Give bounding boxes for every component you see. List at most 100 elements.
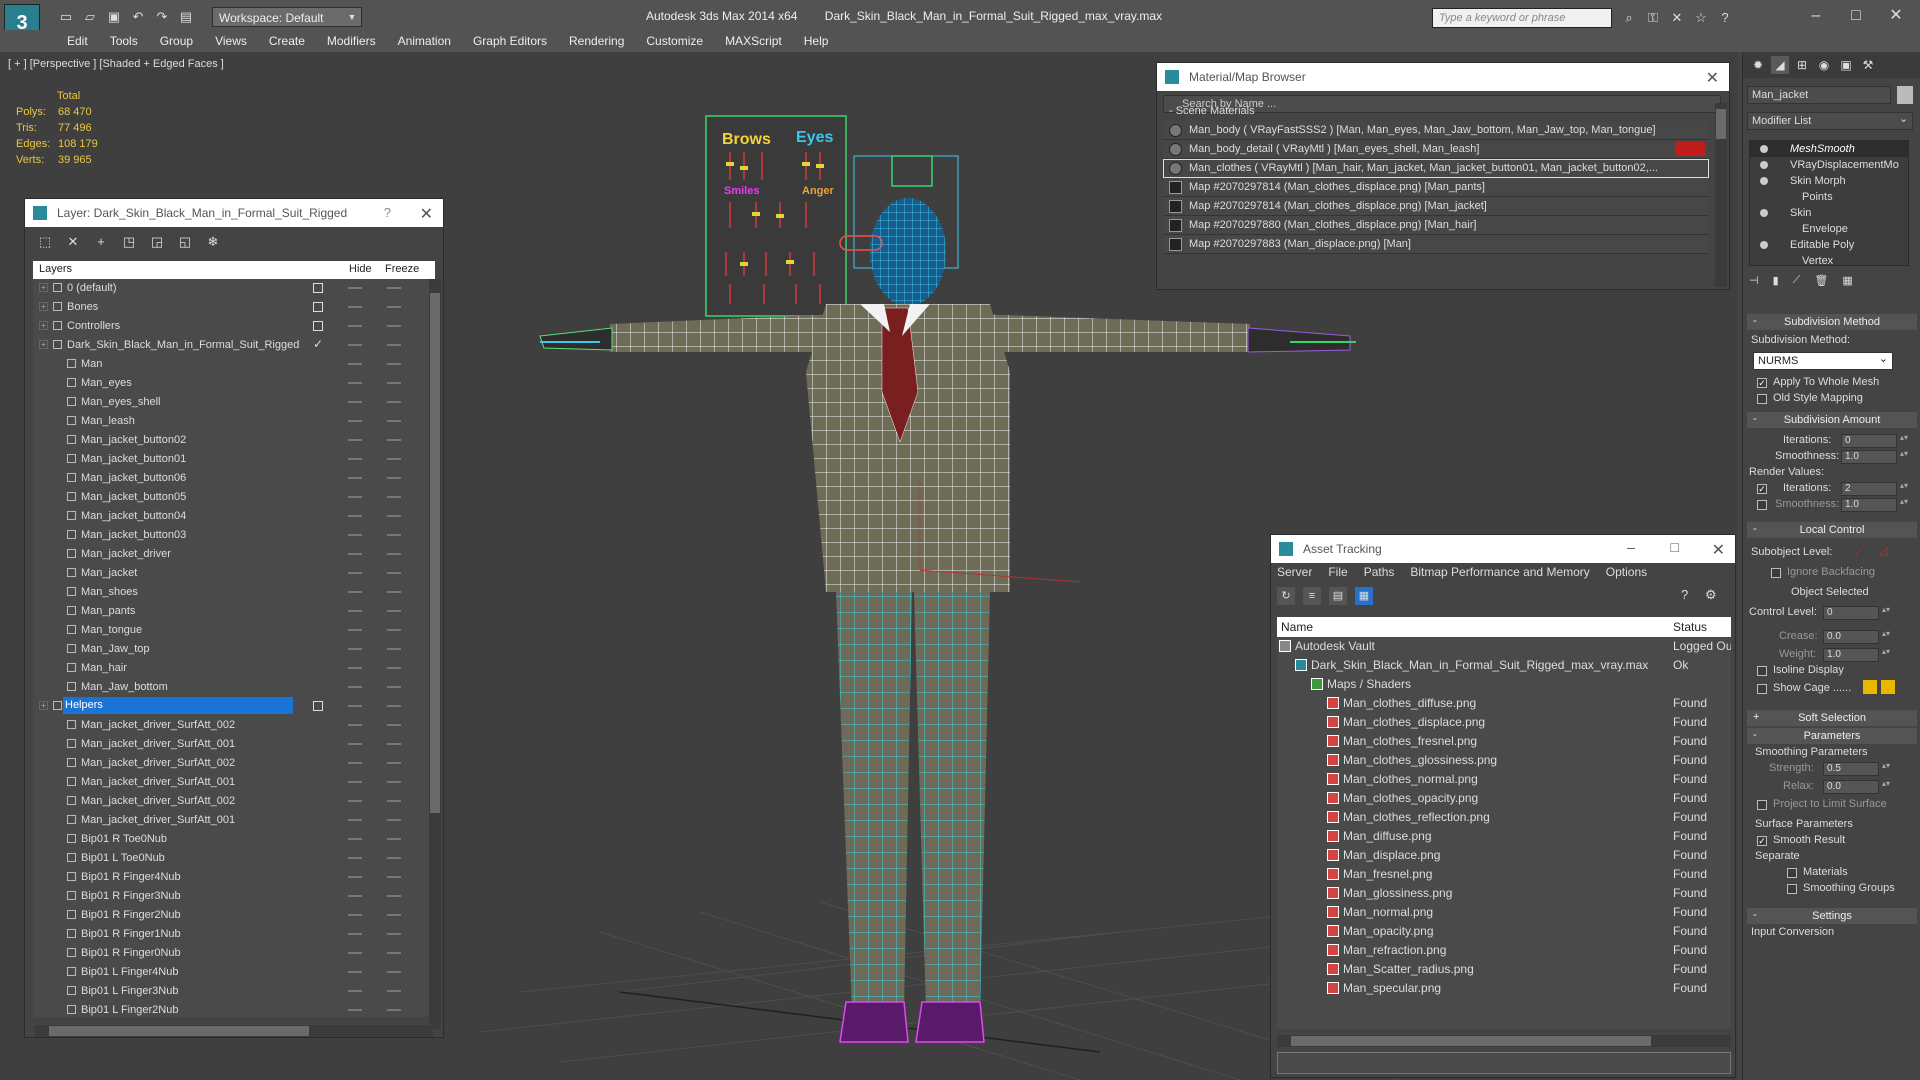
layer-list[interactable]: +0 (default) + Bones + Controllers + Dark_Skin… bbox=[33, 279, 435, 1017]
freeze-toggle[interactable] bbox=[387, 876, 401, 878]
create-layer-icon[interactable]: ⬚ bbox=[35, 232, 55, 252]
layer-row[interactable]: Bip01 L Toe0Nub bbox=[33, 849, 435, 868]
layer-row[interactable]: + Dark_Skin_Black_Man_in_Formal_Suit_Rigg… bbox=[33, 336, 435, 355]
freeze-toggle[interactable] bbox=[387, 762, 401, 764]
layer-row[interactable]: + Helpers bbox=[33, 697, 435, 716]
layer-row[interactable]: + Controllers bbox=[33, 317, 435, 336]
character-head[interactable] bbox=[839, 155, 959, 306]
show-end-result-icon[interactable]: ▮ bbox=[1773, 274, 1779, 287]
material-row[interactable]: Man_body_detail ( VRayMtl ) [Man_eyes_sh… bbox=[1163, 140, 1709, 159]
motion-tab-icon[interactable]: ◉ bbox=[1815, 56, 1833, 74]
freeze-all-icon[interactable]: ❄ bbox=[203, 232, 223, 252]
hide-toggle[interactable] bbox=[348, 515, 362, 517]
menu-maxscript[interactable]: MAXScript bbox=[714, 30, 793, 52]
add-to-layer-icon[interactable]: + bbox=[91, 232, 111, 252]
freeze-toggle[interactable] bbox=[387, 553, 401, 555]
hide-toggle[interactable] bbox=[348, 591, 362, 593]
layer-row[interactable]: Bip01 R Finger1Nub bbox=[33, 925, 435, 944]
create-tab-icon[interactable]: ✹ bbox=[1749, 56, 1767, 74]
subdiv-method-dropdown[interactable]: NURMS bbox=[1753, 352, 1893, 370]
hide-toggle[interactable] bbox=[348, 534, 362, 536]
freeze-toggle[interactable] bbox=[387, 667, 401, 669]
edge-level-icon[interactable]: ◿ bbox=[1879, 544, 1887, 557]
layer-vertical-scrollbar[interactable] bbox=[429, 279, 441, 1029]
layer-row[interactable]: Man_eyes_shell bbox=[33, 393, 435, 412]
object-name-field[interactable]: Man_jacket bbox=[1747, 86, 1891, 104]
hide-toggle[interactable] bbox=[348, 876, 362, 878]
hide-toggle[interactable] bbox=[348, 629, 362, 631]
weight-spinner[interactable]: 1.0 bbox=[1823, 647, 1890, 662]
freeze-toggle[interactable] bbox=[387, 534, 401, 536]
minimize-button[interactable]: – bbox=[1796, 4, 1836, 28]
menu-rendering[interactable]: Rendering bbox=[558, 30, 635, 52]
menu-customize[interactable]: Customize bbox=[635, 30, 714, 52]
table-view-icon[interactable]: ▦ bbox=[1355, 587, 1373, 605]
modifier-stack-item[interactable]: Vertex bbox=[1750, 253, 1908, 265]
hide-toggle[interactable] bbox=[348, 800, 362, 802]
ignore-backfacing-checkbox[interactable] bbox=[1771, 568, 1781, 578]
asset-row[interactable]: Man_clothes_opacity.png Found bbox=[1277, 789, 1731, 808]
asset-row[interactable]: Man_Scatter_radius.png Found bbox=[1277, 960, 1731, 979]
hide-toggle[interactable] bbox=[348, 439, 362, 441]
modifier-stack[interactable]: MeshSmooth VRayDisplacementMo Skin Morph Po… bbox=[1749, 140, 1909, 266]
layer-row[interactable]: Man_jacket_driver_SurfAtt_002 bbox=[33, 754, 435, 773]
layer-window-titlebar[interactable]: Layer: Dark_Skin_Black_Man_in_Formal_Sui… bbox=[25, 199, 443, 227]
utilities-tab-icon[interactable]: ⚒ bbox=[1859, 56, 1877, 74]
hide-toggle[interactable] bbox=[348, 344, 362, 346]
freeze-toggle[interactable] bbox=[387, 857, 401, 859]
modify-tab-icon[interactable]: ◢ bbox=[1771, 56, 1789, 74]
hide-toggle[interactable] bbox=[348, 990, 362, 992]
freeze-toggle[interactable] bbox=[387, 1009, 401, 1011]
render-smoothness-spinner[interactable]: 1.0 bbox=[1841, 497, 1908, 512]
freeze-toggle[interactable] bbox=[387, 990, 401, 992]
hide-toggle[interactable] bbox=[348, 914, 362, 916]
menu-group[interactable]: Group bbox=[149, 30, 204, 52]
modifier-list-dropdown[interactable]: Modifier List bbox=[1747, 112, 1913, 130]
select-objects-icon[interactable]: ◳ bbox=[119, 232, 139, 252]
layer-row[interactable]: Man_hair bbox=[33, 659, 435, 678]
smoothness-spinner[interactable]: 1.0 bbox=[1841, 449, 1908, 464]
detail-view-icon[interactable]: ▤ bbox=[1329, 587, 1347, 605]
freeze-toggle[interactable] bbox=[387, 648, 401, 650]
local-control-rollout[interactable]: - Local Control bbox=[1747, 522, 1917, 538]
hide-toggle[interactable] bbox=[348, 382, 362, 384]
perspective-viewport[interactable]: [ + ] [Perspective ] [Shaded + Edged Fac… bbox=[0, 52, 1738, 1080]
control-level-spinner[interactable]: 0 bbox=[1823, 605, 1890, 620]
layer-row[interactable]: Man_jacket_button04 bbox=[33, 507, 435, 526]
settings-rollout[interactable]: - Settings bbox=[1747, 908, 1917, 924]
freeze-toggle[interactable] bbox=[387, 458, 401, 460]
layer-row[interactable]: Man_jacket_driver_SurfAtt_001 bbox=[33, 811, 435, 830]
freeze-toggle[interactable] bbox=[387, 591, 401, 593]
layer-row[interactable]: Man_jacket_driver_SurfAtt_002 bbox=[33, 716, 435, 735]
freeze-toggle[interactable] bbox=[387, 287, 401, 289]
render-iterations-spinner[interactable]: 2 bbox=[1841, 481, 1908, 496]
freeze-toggle[interactable] bbox=[387, 401, 401, 403]
freeze-toggle[interactable] bbox=[387, 724, 401, 726]
cage-selection-color-swatch[interactable] bbox=[1881, 680, 1895, 694]
undo-icon[interactable]: ↶ bbox=[128, 8, 148, 26]
help-icon[interactable]: ? bbox=[1681, 587, 1688, 602]
remove-modifier-icon[interactable]: 🗑 bbox=[1814, 274, 1828, 287]
expand-toggle-icon[interactable]: + bbox=[39, 283, 48, 292]
menu-create[interactable]: Create bbox=[258, 30, 316, 52]
strength-spinner[interactable]: 0.5 bbox=[1823, 761, 1890, 776]
layer-row[interactable]: Bip01 R Finger0Nub bbox=[33, 944, 435, 963]
workspace-dropdown[interactable]: Workspace: Default bbox=[212, 7, 362, 27]
layer-row[interactable]: Man_jacket_button03 bbox=[33, 526, 435, 545]
key-icon[interactable]: ⚿ bbox=[1644, 9, 1662, 27]
expand-toggle-icon[interactable]: + bbox=[39, 340, 48, 349]
hide-toggle[interactable] bbox=[348, 553, 362, 555]
exchange-icon[interactable]: ✕ bbox=[1668, 9, 1686, 27]
layer-row[interactable]: Man bbox=[33, 355, 435, 374]
apply-whole-mesh-checkbox[interactable]: ✓ bbox=[1757, 378, 1767, 388]
pin-stack-icon[interactable]: ⊣ bbox=[1749, 274, 1759, 287]
asset-row[interactable]: Man_clothes_displace.png Found bbox=[1277, 713, 1731, 732]
map-row[interactable]: Map #2070297814 (Man_clothes_displace.pn… bbox=[1163, 197, 1709, 216]
asset-row[interactable]: Man_clothes_reflection.png Found bbox=[1277, 808, 1731, 827]
layer-row[interactable]: Bip01 L Finger4Nub bbox=[33, 963, 435, 982]
layer-row[interactable]: Bip01 R Finger3Nub bbox=[33, 887, 435, 906]
at-menu-paths[interactable]: Paths bbox=[1364, 565, 1395, 579]
render-iterations-checkbox[interactable]: ✓ bbox=[1757, 484, 1767, 494]
subdivision-method-rollout[interactable]: - Subdivision Method bbox=[1747, 314, 1917, 330]
asset-row[interactable]: Man_opacity.png Found bbox=[1277, 922, 1731, 941]
